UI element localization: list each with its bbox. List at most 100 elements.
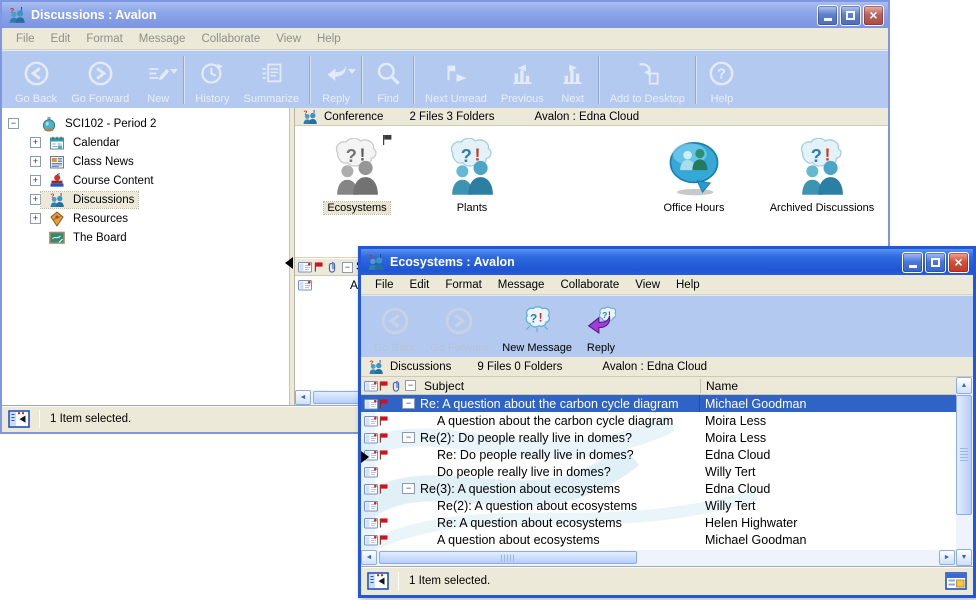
window2-vertical-scrollbar[interactable]: ▲ ▼ — [956, 377, 973, 566]
message-row[interactable]: − Re: A question about ecosystems Helen … — [361, 514, 956, 531]
menu-item[interactable]: Message — [131, 31, 194, 47]
close-button[interactable]: × — [948, 252, 969, 273]
conference-item[interactable]: Plants — [412, 138, 532, 214]
scrollbar-thumb[interactable] — [956, 395, 972, 515]
toolbar-button[interactable]: Go Back — [367, 298, 423, 356]
menu-item[interactable]: Help — [668, 277, 708, 293]
toolbar-button[interactable] — [598, 56, 600, 104]
menu-item[interactable]: Edit — [402, 277, 438, 293]
collapse-thread-icon[interactable]: − — [402, 432, 415, 443]
collapse-box-icon[interactable]: − — [8, 118, 19, 129]
message-row[interactable]: − Do people really live in domes? Willy … — [361, 463, 956, 480]
conference-item[interactable]: Ecosystems — [297, 138, 417, 214]
toolbar-button[interactable]: Summarize — [237, 53, 307, 107]
message-row[interactable]: − Re: A question about the carbon cycle … — [361, 395, 956, 412]
toolbar-button[interactable] — [183, 56, 185, 104]
menu-item[interactable]: File — [8, 31, 43, 47]
toolbar-button[interactable]: Find — [366, 53, 410, 107]
message-row[interactable]: − A question about ecosystems Michael Go… — [361, 531, 956, 548]
toolbar-button[interactable]: Previous — [494, 53, 551, 107]
expand-box-icon[interactable]: + — [30, 175, 41, 186]
message-row[interactable]: − Re: Do people really live in domes? Ed… — [361, 446, 956, 463]
menu-item[interactable]: Help — [309, 31, 349, 47]
window2-titlebar[interactable]: Ecosystems : Avalon × — [361, 249, 973, 275]
toolbar-button[interactable] — [413, 56, 415, 104]
toolbar-button[interactable] — [361, 56, 363, 104]
toolbar-button[interactable]: Go Back — [8, 53, 64, 107]
toolbar-button[interactable]: Reply — [579, 298, 623, 356]
collapse-all-icon[interactable]: − — [342, 262, 353, 273]
status-separator — [398, 572, 399, 590]
course-tree: − SCI102 - Period 2 + Calendar — [2, 108, 290, 405]
tree-item[interactable]: + Discussions — [2, 190, 289, 209]
window2-list-header[interactable]: − Subject Name — [361, 377, 956, 395]
toolbar-button[interactable] — [695, 56, 697, 104]
tree-item[interactable]: + Class News — [2, 152, 289, 171]
toolbar-button[interactable]: New — [136, 53, 180, 107]
window2-toolbar: Go Back Go Forward New Message Reply — [361, 295, 973, 357]
toolbar-button[interactable]: Go Forward — [64, 53, 136, 107]
menu-item[interactable]: View — [268, 31, 309, 47]
dropdown-arrow-icon[interactable] — [170, 69, 178, 74]
pane-toggle-icon[interactable] — [7, 409, 31, 429]
message-row[interactable]: − Re(2): A question about ecosystems Wil… — [361, 497, 956, 514]
toolbar-button[interactable]: Go Forward — [423, 298, 495, 356]
toolbar-button[interactable]: History — [188, 53, 236, 107]
window1-titlebar[interactable]: Discussions : Avalon × — [2, 2, 888, 28]
name-column-header[interactable]: Name — [700, 379, 738, 393]
window1-toolbar: Go Back Go Forward New — [2, 50, 888, 108]
menu-item[interactable]: Format — [437, 277, 489, 293]
scroll-down-icon[interactable]: ▼ — [956, 549, 972, 566]
maximize-button[interactable] — [925, 252, 946, 273]
expand-box-icon[interactable]: + — [30, 137, 41, 148]
scroll-up-icon[interactable]: ▲ — [956, 377, 972, 394]
dropdown-arrow-icon[interactable] — [348, 69, 356, 74]
subject-column-header[interactable]: Subject — [424, 379, 464, 393]
scrollbar-thumb[interactable] — [379, 551, 637, 564]
splitter-arrow-left-icon[interactable] — [285, 257, 293, 269]
tree-root[interactable]: − SCI102 - Period 2 — [2, 114, 289, 133]
toolbar-button[interactable] — [309, 56, 311, 104]
tree-item[interactable]: + Resources — [2, 209, 289, 228]
toolbar-button[interactable]: Help — [700, 53, 744, 107]
scroll-right-icon[interactable]: ► — [939, 550, 955, 565]
pane-toggle-icon[interactable] — [366, 571, 390, 591]
splitter-arrow-right-icon[interactable] — [361, 451, 369, 463]
toolbar-button[interactable]: Next — [551, 53, 595, 107]
menu-item[interactable]: Message — [490, 277, 553, 293]
message-row[interactable]: − Re(3): A question about ecosystems Edn… — [361, 480, 956, 497]
tree-item[interactable]: + Course Content — [2, 171, 289, 190]
scroll-left-icon[interactable]: ◄ — [295, 390, 311, 405]
minimize-button[interactable] — [902, 252, 923, 273]
message-row[interactable]: − A question about the carbon cycle diag… — [361, 412, 956, 429]
window2-horizontal-scrollbar[interactable]: ◄ ► — [361, 550, 956, 566]
toolbar-button[interactable]: Add to Desktop — [603, 53, 692, 107]
toolbar-label: Reply — [587, 342, 615, 355]
collapse-all-icon[interactable]: − — [405, 380, 416, 391]
menu-item[interactable]: Collaborate — [552, 277, 627, 293]
expand-box-icon[interactable]: + — [30, 156, 41, 167]
maximize-button[interactable] — [840, 5, 861, 26]
tree-item[interactable]: + The Board — [2, 228, 289, 247]
scroll-left-icon[interactable]: ◄ — [361, 550, 377, 565]
collapse-thread-icon[interactable]: − — [402, 398, 415, 409]
toolbar-button[interactable]: Next Unread — [418, 53, 494, 107]
menu-item[interactable]: View — [627, 277, 668, 293]
menu-item[interactable]: Edit — [43, 31, 79, 47]
tree-item[interactable]: + Calendar — [2, 133, 289, 152]
message-subject: Re(2): Do people really live in domes? — [420, 431, 632, 445]
close-button[interactable]: × — [863, 5, 884, 26]
view-toggle-icon[interactable] — [944, 571, 968, 591]
toolbar-button[interactable]: Reply — [314, 53, 358, 107]
expand-box-icon[interactable]: + — [30, 194, 41, 205]
minimize-button[interactable] — [817, 5, 838, 26]
collapse-thread-icon[interactable]: − — [402, 483, 415, 494]
menu-item[interactable]: File — [367, 277, 402, 293]
conference-item[interactable]: Archived Discussions — [762, 138, 882, 214]
menu-item[interactable]: Format — [78, 31, 130, 47]
message-row[interactable]: − Re(2): Do people really live in domes?… — [361, 429, 956, 446]
conference-item[interactable]: Office Hours — [634, 138, 754, 214]
menu-item[interactable]: Collaborate — [193, 31, 268, 47]
expand-box-icon[interactable]: + — [30, 213, 41, 224]
toolbar-button[interactable]: New Message — [495, 298, 579, 356]
